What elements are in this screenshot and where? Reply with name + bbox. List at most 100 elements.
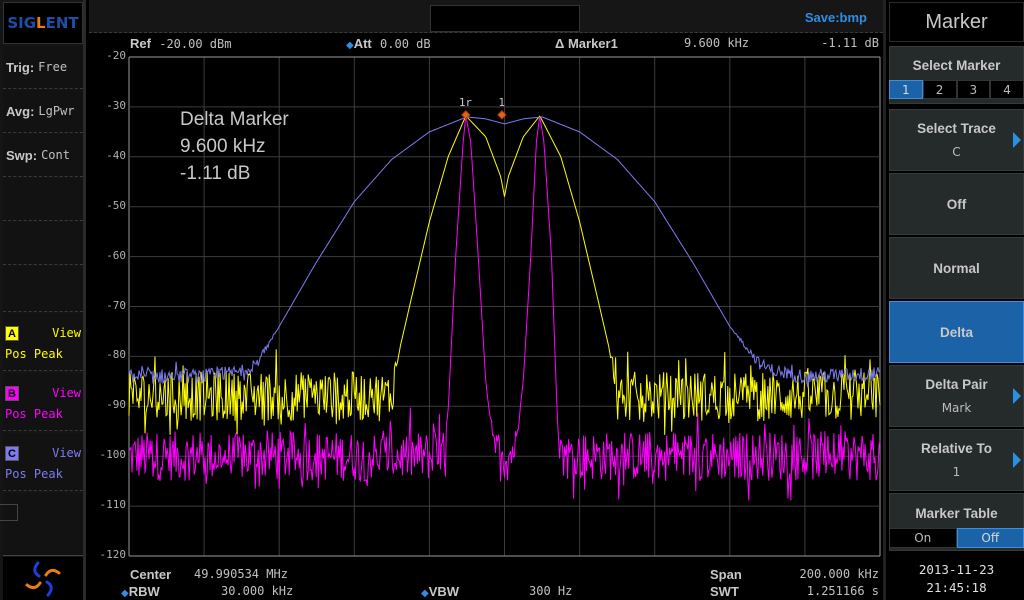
span-value: 200.000 kHz xyxy=(800,567,879,582)
sweep-time[interactable]: SWT xyxy=(710,584,739,600)
spectrum-svg[interactable] xyxy=(0,0,1024,600)
softkey-menu: Marker Select Marker 1 2 3 4 Select Trac… xyxy=(883,0,1024,600)
marker-diamond-icon[interactable] xyxy=(497,110,507,120)
att-value: 0.00 dB xyxy=(380,37,431,51)
marker-delta-key[interactable]: Delta xyxy=(889,301,1024,363)
trace-c-detector: Pos Peak xyxy=(5,467,63,481)
marker-normal-key[interactable]: Normal xyxy=(889,237,1024,299)
relative-to-label: Relative To xyxy=(920,441,993,456)
center-frequency[interactable]: Center xyxy=(130,567,171,583)
rbw-label: RBW xyxy=(128,584,160,599)
marker-label: 1 xyxy=(498,95,505,109)
relative-to-value: 1 xyxy=(952,465,961,479)
trigger-label: Trig: xyxy=(6,59,35,75)
vbw[interactable]: ◆VBW xyxy=(421,584,459,600)
relative-to-key[interactable]: Relative To 1 xyxy=(889,429,1024,491)
marker-level: -1.11 dB xyxy=(821,36,879,50)
span-label: Span xyxy=(710,567,742,582)
marker-option-2[interactable]: 2 xyxy=(922,80,957,99)
normal-label: Normal xyxy=(933,260,980,276)
marker-option-1[interactable]: 1 xyxy=(889,80,923,99)
marker-option-4[interactable]: 4 xyxy=(990,80,1024,99)
marker-off-key[interactable]: Off xyxy=(889,173,1024,235)
marker-number-selector[interactable]: 1 2 3 4 xyxy=(889,80,1024,99)
marker-diamond-icon[interactable] xyxy=(461,110,471,120)
spinner-icon xyxy=(25,561,61,596)
select-trace-key[interactable]: Select Trace C xyxy=(889,109,1024,171)
y-tick-label: -70 xyxy=(106,298,126,312)
indicator-box xyxy=(0,504,18,521)
average-status[interactable]: Avg: LgPwr xyxy=(3,90,83,133)
submenu-arrow-icon xyxy=(1013,452,1021,468)
date-text: 2013-11-23 xyxy=(918,561,995,577)
y-tick-label: -40 xyxy=(106,148,126,162)
message-box xyxy=(430,5,580,32)
ref-label: Ref xyxy=(130,36,151,51)
menu-title: Marker xyxy=(889,2,1024,42)
swt-value-text: 1.251166 s xyxy=(806,584,879,598)
span-value-text: 200.000 kHz xyxy=(799,567,879,581)
reference-level[interactable]: Ref -20.00 dBm xyxy=(130,36,231,52)
delta-marker-readout: Delta Marker 9.600 kHz -1.11 dB xyxy=(180,106,289,187)
y-tick-label: -60 xyxy=(106,248,126,262)
marker-table-on[interactable]: On xyxy=(889,528,957,548)
trace-a-status[interactable]: A View Pos Peak xyxy=(3,313,83,371)
auto-diamond-icon: ◆ xyxy=(121,588,129,599)
att-label: Att xyxy=(353,36,372,51)
time-text: 21:45:18 xyxy=(926,579,987,595)
busy-spinner xyxy=(3,557,83,600)
delta-pair-label: Delta Pair xyxy=(925,377,988,392)
ref-value: -20.00 dBm xyxy=(159,37,232,51)
spectrum-plot[interactable] xyxy=(0,0,1024,600)
marker-table-off[interactable]: Off xyxy=(956,528,1024,548)
rbw[interactable]: ◆RBW xyxy=(121,584,160,600)
auto-diamond-icon: ◆ xyxy=(421,588,429,599)
marker-table-toggle[interactable]: On Off xyxy=(889,528,1024,548)
trace-a-detector: Pos Peak xyxy=(5,347,63,361)
trace-b-view: View xyxy=(52,386,81,400)
sweep-time-value: 1.251166 s xyxy=(807,584,879,599)
auto-diamond-icon: ◆ xyxy=(346,40,354,51)
save-format-label[interactable]: Save:bmp xyxy=(805,10,867,25)
submenu-arrow-icon xyxy=(1013,132,1021,148)
marker-option-3[interactable]: 3 xyxy=(956,80,991,99)
delta-pair-value: Mark xyxy=(941,401,972,415)
vbw-value-text: 300 Hz xyxy=(529,584,573,598)
y-tick-label: -110 xyxy=(99,498,127,512)
delta-readout-title: Delta Marker xyxy=(180,109,289,130)
vbw-value: 300 Hz xyxy=(529,584,572,599)
span[interactable]: Span xyxy=(710,567,742,583)
datetime-display: 2013-11-23 21:45:18 xyxy=(889,557,1024,600)
trace-b-badge: B xyxy=(5,386,19,401)
marker-header-label: Δ Marker1 xyxy=(555,36,618,52)
y-tick-label: -50 xyxy=(106,198,126,212)
sweep-status[interactable]: Swp: Cont xyxy=(3,134,83,177)
delta-readout-level: -1.11 dB xyxy=(180,163,251,184)
siglent-logo: SIGLENT xyxy=(3,2,83,44)
trace-a-view: View xyxy=(52,326,81,340)
empty-trace-cell xyxy=(3,493,83,556)
delta-pair-key[interactable]: Delta Pair Mark xyxy=(889,365,1024,427)
trace-b-detector: Pos Peak xyxy=(5,407,63,421)
trigger-status[interactable]: Trig: Free xyxy=(3,46,83,89)
center-frequency-value: 49.990534 MHz xyxy=(194,567,288,582)
select-trace-value: C xyxy=(952,145,961,159)
delta-readout-freq: 9.600 kHz xyxy=(180,136,266,157)
marker-header-freq: 9.600 kHz xyxy=(684,36,749,51)
marker-name: Δ Marker1 xyxy=(555,36,618,51)
trace-b-status[interactable]: B View Pos Peak xyxy=(3,373,83,431)
swt-label: SWT xyxy=(710,584,739,599)
center-value: 49.990534 MHz xyxy=(194,567,288,581)
trace-c-status[interactable]: C View Pos Peak xyxy=(3,433,83,491)
marker-header-level: -1.11 dB xyxy=(821,36,879,51)
marker-table-label: Marker Table xyxy=(915,506,998,521)
y-tick-label: -100 xyxy=(99,448,127,462)
attenuation[interactable]: ◆Att 0.00 dB xyxy=(346,36,431,52)
trace-a-badge: A xyxy=(5,326,19,341)
empty-status-cell xyxy=(3,178,83,221)
average-label: Avg: xyxy=(6,103,35,119)
select-trace-label: Select Trace xyxy=(917,121,996,136)
y-tick-label: -90 xyxy=(106,398,126,412)
sweep-label: Swp: xyxy=(6,147,38,163)
logo-text: SIGLENT xyxy=(7,14,79,32)
